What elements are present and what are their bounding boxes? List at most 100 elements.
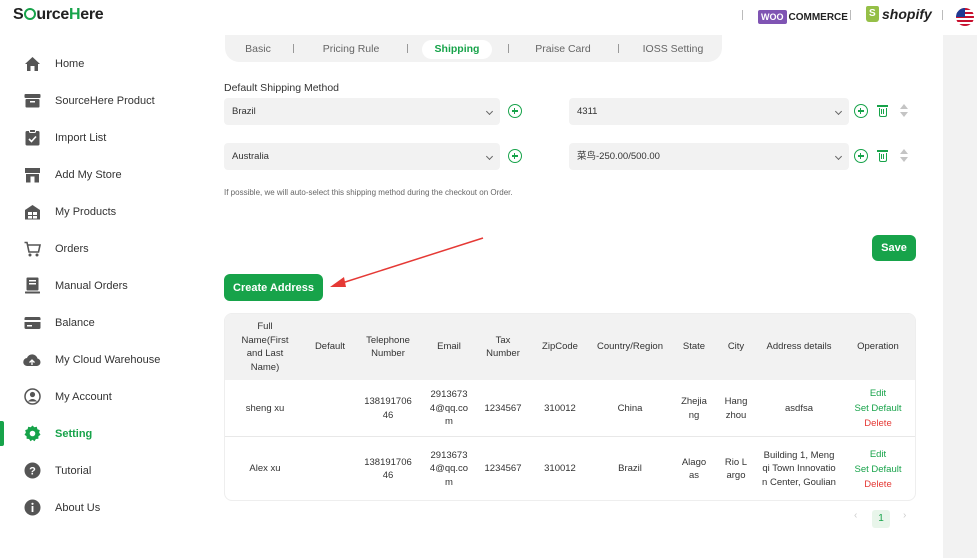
edit-link[interactable]: Edit xyxy=(870,447,886,462)
sidebar-item-add-my-store[interactable]: Add My Store xyxy=(0,156,187,193)
cell-city: Rio Largo xyxy=(724,456,748,482)
tab-shipping[interactable]: Shipping xyxy=(422,40,492,59)
next-page-button[interactable]: › xyxy=(903,510,906,521)
us-flag-icon[interactable] xyxy=(956,8,974,26)
sidebar-item-label: My Products xyxy=(55,205,117,218)
my-products-icon xyxy=(23,203,41,221)
cell-full-name: Alex xu xyxy=(249,463,281,475)
sidebar-item-home[interactable]: Home xyxy=(0,45,187,82)
delete-link[interactable]: Delete xyxy=(864,416,891,431)
shipping-method-select[interactable]: 菜鸟-250.00/500.00 xyxy=(569,143,849,170)
woo-text: COMMERCE xyxy=(788,11,848,23)
tab-basic[interactable]: Basic xyxy=(233,40,283,59)
cell-city: Hangzhou xyxy=(724,396,748,421)
edit-link[interactable]: Edit xyxy=(870,386,886,401)
settings-tabs: Basic Pricing Rule Shipping Praise Card … xyxy=(225,35,722,62)
sidebar-item-label: Home xyxy=(55,57,85,70)
shopify-text: shopify xyxy=(882,6,932,22)
card-icon xyxy=(23,314,41,332)
sidebar-item-my-account[interactable]: My Account xyxy=(0,378,187,415)
cell-tax: 1234567 xyxy=(484,463,522,475)
sidebar-item-sourcehere-product[interactable]: SourceHere Product xyxy=(0,82,187,119)
country-select-australia[interactable]: Australia xyxy=(224,143,500,170)
trash-icon[interactable] xyxy=(877,105,888,117)
manual-orders-icon xyxy=(23,277,41,295)
woo-box: WOO xyxy=(758,10,787,24)
create-address-button[interactable]: Create Address xyxy=(224,274,323,301)
sidebar-item-manual-orders[interactable]: Manual Orders xyxy=(0,267,187,304)
header-full-name: Full Name(First and Last Name) xyxy=(241,321,289,373)
shipping-method-value: 菜鸟-250.00/500.00 xyxy=(577,151,660,162)
sidebar-item-setting[interactable]: Setting xyxy=(0,415,187,452)
cell-country: Brazil xyxy=(618,463,642,475)
tab-divider xyxy=(618,44,619,53)
add-method-icon[interactable] xyxy=(854,149,868,163)
header-address: Address details xyxy=(766,341,832,353)
sidebar-item-my-cloud-warehouse[interactable]: My Cloud Warehouse xyxy=(0,341,187,378)
page-1-button[interactable]: 1 xyxy=(872,510,890,528)
sidebar-item-tutorial[interactable]: ? Tutorial xyxy=(0,452,187,489)
sidebar-item-label: SourceHere Product xyxy=(55,94,155,107)
shipping-method-select[interactable]: 4311 xyxy=(569,98,849,125)
sidebar-item-label: Manual Orders xyxy=(55,279,128,292)
cloud-icon xyxy=(23,351,41,369)
cell-telephone: 13819170646 xyxy=(364,396,412,421)
set-default-link[interactable]: Set Default xyxy=(855,462,902,477)
header-default: Default xyxy=(314,341,346,353)
sidebar: Home SourceHere Product Import List Add … xyxy=(0,35,187,558)
sidebar-item-my-products[interactable]: My Products xyxy=(0,193,187,230)
default-shipping-method-label: Default Shipping Method xyxy=(224,82,339,94)
country-select-brazil[interactable]: Brazil xyxy=(224,98,500,125)
country-value: Brazil xyxy=(232,106,256,117)
sidebar-item-orders[interactable]: Orders xyxy=(0,230,187,267)
import-list-icon xyxy=(23,129,41,147)
cell-operation: Edit Set Default Delete xyxy=(845,380,911,437)
divider xyxy=(850,10,851,20)
logo-letter-h: H xyxy=(68,6,81,23)
save-button[interactable]: Save xyxy=(872,235,916,261)
sidebar-item-label: Add My Store xyxy=(55,168,122,181)
sort-handle-icon[interactable] xyxy=(900,104,909,118)
tab-ioss-setting[interactable]: IOSS Setting xyxy=(630,40,716,59)
question-icon: ? xyxy=(23,462,41,480)
prev-page-button[interactable]: ‹ xyxy=(854,510,857,521)
shipping-method-value: 4311 xyxy=(577,106,598,117)
sourcehere-logo[interactable]: SurceHere xyxy=(13,6,104,24)
header-zipcode: ZipCode xyxy=(542,341,578,353)
sidebar-item-label: Balance xyxy=(55,316,95,329)
shopify-logo[interactable]: shopify xyxy=(866,6,932,22)
store-icon xyxy=(23,166,41,184)
sidebar-item-import-list[interactable]: Import List xyxy=(0,119,187,156)
cell-full-name: sheng xu xyxy=(245,402,285,414)
logo-letter-s: S xyxy=(13,6,24,23)
header-telephone: Telephone Number xyxy=(366,334,410,360)
cell-zipcode: 310012 xyxy=(544,463,576,475)
sidebar-item-label: About Us xyxy=(55,501,101,514)
cell-address: Building 1, Mengqi Town Innovation Cente… xyxy=(762,449,836,488)
sidebar-item-balance[interactable]: Balance xyxy=(0,304,187,341)
trash-icon[interactable] xyxy=(877,150,888,162)
add-country-icon[interactable] xyxy=(508,104,522,118)
add-method-icon[interactable] xyxy=(854,104,868,118)
user-icon xyxy=(23,388,41,406)
cell-country: China xyxy=(617,402,643,414)
logo-ring xyxy=(23,8,36,20)
tab-pricing-rule[interactable]: Pricing Rule xyxy=(311,40,391,59)
cart-icon xyxy=(23,240,41,258)
chevron-down-icon xyxy=(834,152,843,161)
divider xyxy=(942,10,943,20)
sort-handle-icon[interactable] xyxy=(900,149,909,163)
sidebar-item-label: Import List xyxy=(55,131,107,144)
set-default-link[interactable]: Set Default xyxy=(855,401,902,416)
delete-link[interactable]: Delete xyxy=(864,477,891,492)
cell-operation: Edit Set Default Delete xyxy=(845,437,911,500)
add-country-icon[interactable] xyxy=(508,149,522,163)
cell-state: Alagoas xyxy=(681,456,707,482)
woocommerce-logo[interactable]: WOO COMMERCE xyxy=(758,9,848,25)
sidebar-item-about-us[interactable]: About Us xyxy=(0,489,187,526)
tab-praise-card[interactable]: Praise Card xyxy=(522,40,604,59)
country-value: Australia xyxy=(232,151,269,162)
tab-divider xyxy=(407,44,408,53)
gear-icon xyxy=(23,425,41,443)
top-bar: SurceHere WOO COMMERCE shopify xyxy=(0,0,977,35)
